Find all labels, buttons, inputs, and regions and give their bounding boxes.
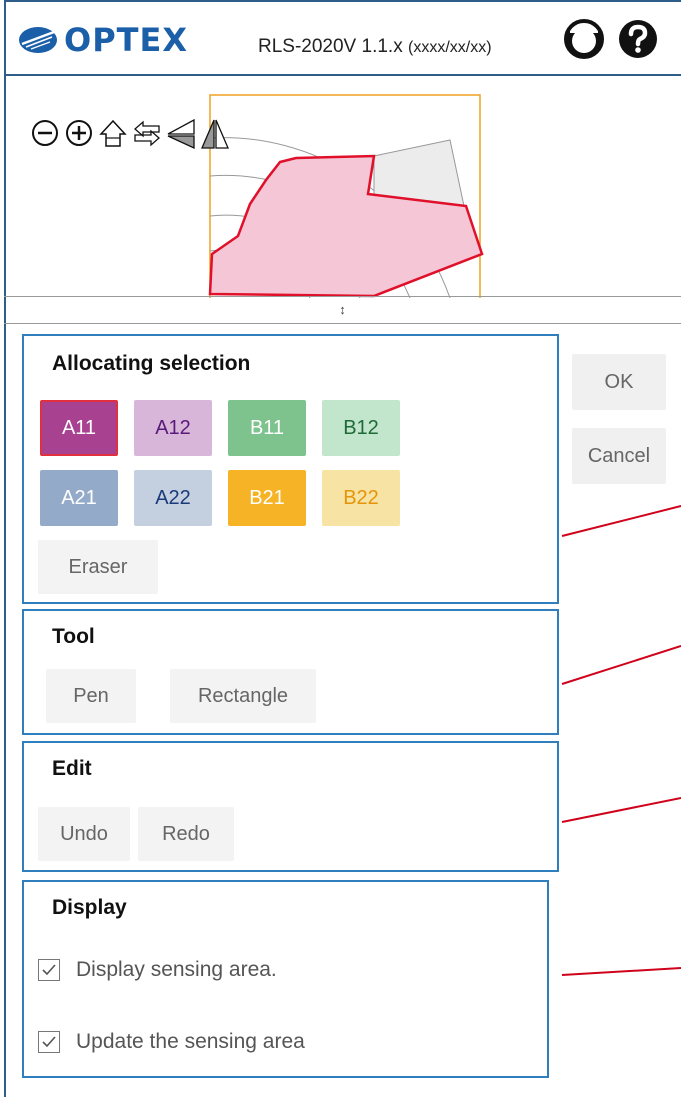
app-window: OPTEX RLS-2020V 1.1.x (xxxx/xx/xx) ↕ All… xyxy=(0,0,681,1097)
leader-line-tool xyxy=(561,645,681,685)
leader-line-edit xyxy=(561,797,681,823)
callout-leader-lines xyxy=(561,505,681,976)
leader-line-display xyxy=(561,967,681,976)
leader-line-allocating xyxy=(561,505,681,537)
